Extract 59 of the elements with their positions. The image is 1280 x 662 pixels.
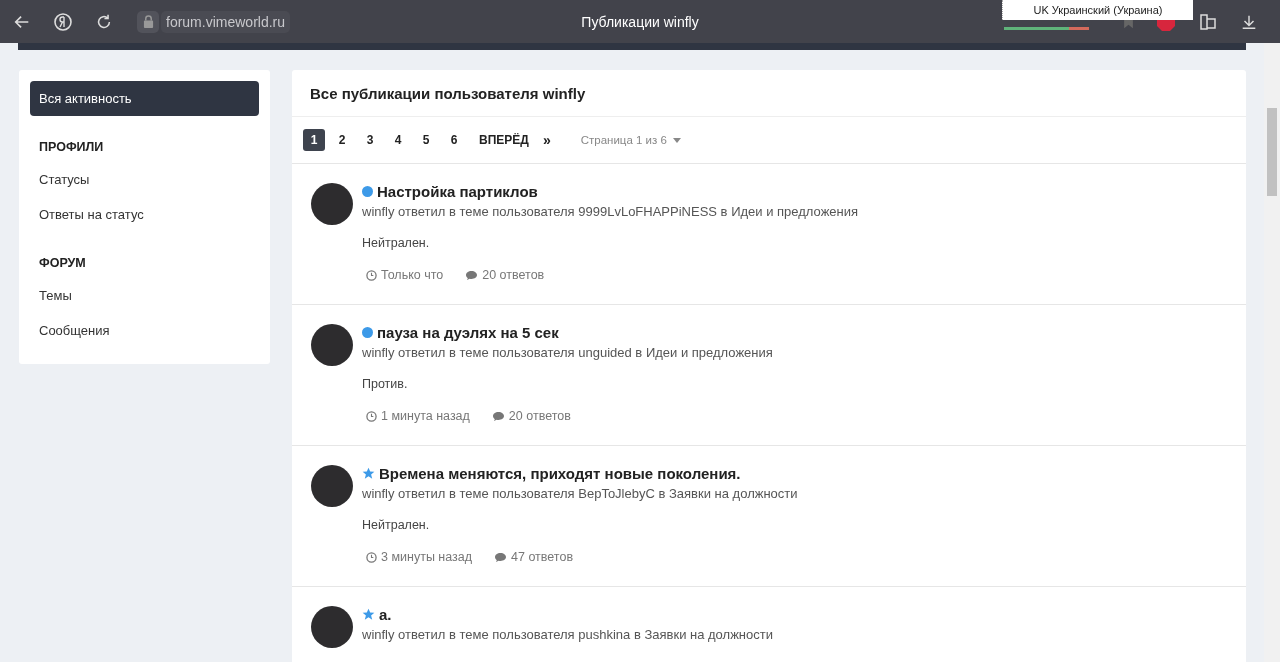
post-meta: winfly ответил в теме пользователя 9999LvLoFHAPPiNESS в Идеи и предложения [362,204,859,219]
avatar[interactable] [311,324,353,366]
avatar[interactable] [311,606,353,648]
unread-dot-icon [362,327,373,338]
sidebar-item[interactable]: Вся активность [30,81,259,116]
avatar[interactable] [311,183,353,225]
star-icon [362,467,375,480]
yandex-icon[interactable] [53,11,73,32]
post-time: 1 минута назад [381,409,470,423]
sidebar-item[interactable]: Ответы на статус [30,197,259,232]
sidebar-heading: ФОРУМ [38,255,87,272]
caret-icon [672,137,681,143]
unread-dot-icon [362,186,373,197]
post-time: Только что [381,268,444,282]
page-link[interactable]: 4 [387,129,409,151]
next-link[interactable]: ВПЕРЁД [479,133,529,147]
lock-icon[interactable] [137,10,159,33]
language-dropdown[interactable]: UK Украинский (Украина) [1002,0,1193,20]
section-title: Все публикации пользователя winfly [292,70,1246,117]
post-excerpt: Нейтрален. [362,518,431,532]
clock-icon [366,269,377,281]
sidebar-item[interactable]: Темы [30,278,259,313]
post-meta: winfly ответил в теме пользователя pushkina в Заявки на должности [362,627,773,642]
clock-icon [366,551,377,563]
page-link[interactable]: 2 [331,129,353,151]
scrollbar-thumb[interactable] [1267,108,1277,196]
post-meta: winfly ответил в теме пользователя unguided в Идеи и предложения [362,345,773,360]
post-meta: winfly ответил в теме пользователя BepToJlebyC в Заявки на должности [362,486,798,501]
extension-icon[interactable] [1198,11,1218,32]
page-jump-dropdown[interactable]: Страница 1 из 6 [580,134,667,146]
post-title[interactable]: Настройка партиклов [377,183,538,200]
comment-icon [465,269,479,281]
sidebar-item[interactable]: Сообщения [30,313,259,348]
post-excerpt: Против. [362,377,409,391]
address-bar[interactable]: forum.vimeworld.ru [161,10,291,33]
sidebar-item[interactable]: Статусы [30,162,259,197]
post-time: 3 минуты назад [381,550,473,564]
star-icon [362,608,375,621]
post-title[interactable]: Времена меняются, приходят новые поколения. [379,465,741,482]
reply-count[interactable]: 20 ответов [482,268,545,282]
page-title: Публикации winfly [581,13,699,30]
page-link[interactable]: 1 [303,129,325,151]
page-link[interactable]: 3 [359,129,381,151]
comment-icon [491,410,505,422]
page-link[interactable]: 5 [415,129,437,151]
reply-count[interactable]: 47 ответов [511,550,574,564]
page-link[interactable]: 6 [443,129,465,151]
last-page-link[interactable]: » [542,132,551,148]
language-option: UK Украинский (Украина) [1033,4,1163,16]
reply-count[interactable]: 20 ответов [508,409,571,423]
scrollbar[interactable] [1264,43,1280,662]
clock-icon [366,410,377,422]
avatar[interactable] [311,465,353,507]
post-excerpt: Нейтрален. [362,236,431,250]
post-title[interactable]: пауза на дуэлях на 5 сек [377,324,559,341]
comment-icon [494,551,508,563]
reload-icon[interactable] [95,12,113,31]
sidebar-heading: ПРОФИЛИ [38,139,105,156]
post-title[interactable]: a. [379,606,392,623]
